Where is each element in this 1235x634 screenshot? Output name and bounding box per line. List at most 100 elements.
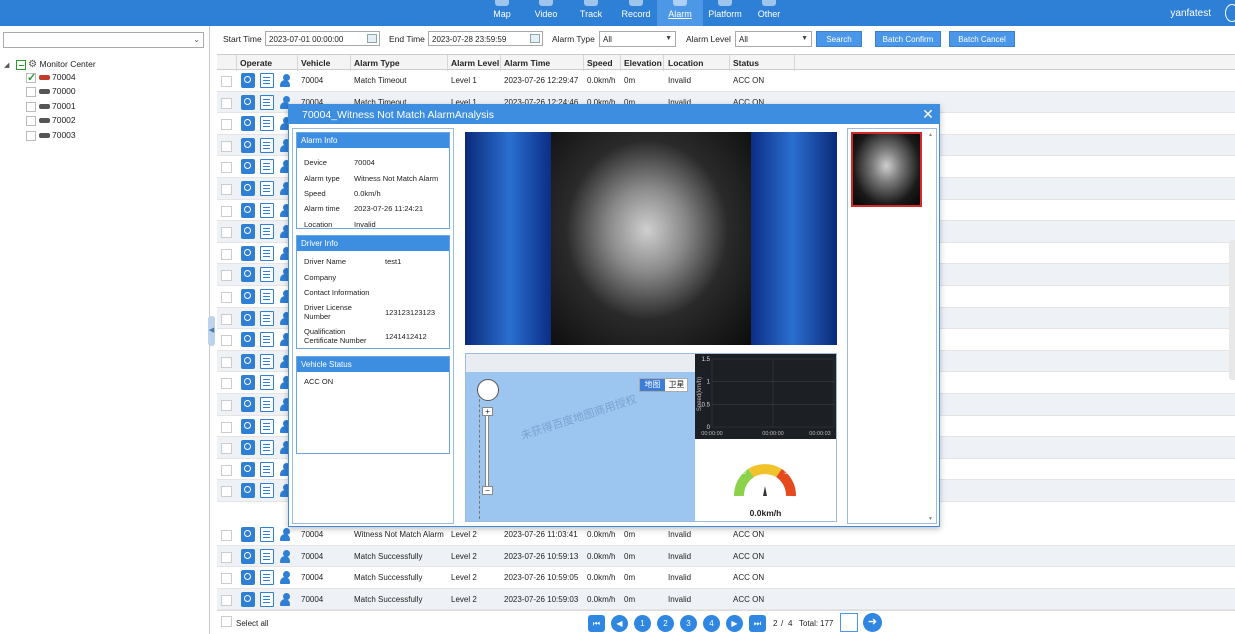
view-detail-icon[interactable] [241, 202, 255, 218]
nav-video[interactable]: Video [523, 0, 569, 26]
row-checkbox[interactable] [221, 162, 232, 174]
handle-record-icon[interactable] [260, 94, 274, 110]
view-detail-icon[interactable] [241, 418, 255, 434]
prev-page-icon[interactable]: ◀ [611, 615, 628, 632]
column-header-elevation[interactable]: Elevation [624, 58, 662, 68]
tree-node-checkbox[interactable] [26, 115, 36, 126]
column-header-location[interactable]: Location [668, 58, 703, 68]
handle-record-icon[interactable] [260, 310, 274, 326]
tree-node-checkbox[interactable] [26, 130, 36, 141]
map-zoom-slider[interactable] [485, 409, 489, 489]
column-header-alarm-time[interactable]: Alarm Time [504, 58, 550, 68]
row-checkbox[interactable] [221, 313, 232, 325]
driver-info-icon[interactable] [279, 570, 293, 585]
handle-record-icon[interactable] [260, 159, 274, 175]
view-detail-icon[interactable] [241, 375, 255, 391]
handle-record-icon[interactable] [260, 181, 274, 196]
row-checkbox[interactable] [221, 270, 232, 282]
page-button-4[interactable]: 4 [703, 615, 720, 632]
table-row[interactable]: 70004 Match Successfully Level 2 2023-07-26… [217, 545, 1235, 568]
tree-node-checkbox[interactable] [26, 86, 36, 97]
row-checkbox[interactable] [221, 119, 232, 131]
row-checkbox[interactable] [221, 292, 232, 303]
tree-node-checkbox[interactable] [26, 101, 36, 112]
tree-root[interactable]: ◢ ⚙ Monitor Center [4, 59, 96, 71]
view-detail-icon[interactable] [241, 159, 255, 175]
zoom-out-button[interactable]: − [482, 486, 493, 495]
page-button-1[interactable]: 1 [634, 615, 651, 632]
view-detail-icon[interactable] [241, 461, 255, 477]
username[interactable]: yanfatest [1170, 8, 1211, 19]
view-detail-icon[interactable] [241, 548, 255, 564]
row-checkbox[interactable] [221, 573, 232, 585]
nav-platform[interactable]: Platform [702, 0, 748, 26]
row-checkbox[interactable] [221, 486, 232, 498]
map-pan-control-icon[interactable] [477, 379, 499, 401]
tree-node-70002[interactable]: 70002 [26, 115, 76, 127]
next-page-icon[interactable]: ▶ [726, 615, 743, 632]
tree-node-checkbox[interactable] [26, 71, 36, 84]
view-detail-icon[interactable] [241, 570, 255, 586]
column-header-alarm-type[interactable]: Alarm Type [354, 58, 400, 68]
last-page-icon[interactable]: ⏭ [749, 615, 766, 632]
row-checkbox[interactable] [221, 378, 232, 390]
handle-record-icon[interactable] [260, 570, 274, 586]
right-edge-tab[interactable] [1229, 240, 1235, 380]
table-row[interactable]: 70004 Match Successfully Level 2 2023-07-26… [217, 567, 1235, 589]
handle-record-icon[interactable] [260, 137, 274, 153]
row-checkbox[interactable] [221, 205, 232, 217]
view-detail-icon[interactable] [241, 245, 255, 261]
collapse-arrow-icon[interactable]: ◢ [4, 62, 9, 69]
close-icon[interactable]: ✕ [921, 106, 935, 122]
nav-alarm[interactable]: Alarm [657, 0, 703, 26]
view-detail-icon[interactable] [241, 310, 255, 326]
handle-record-icon[interactable] [260, 224, 274, 240]
driver-info-icon[interactable] [279, 549, 293, 564]
view-detail-icon[interactable] [241, 527, 255, 542]
view-detail-icon[interactable] [241, 267, 255, 283]
view-detail-icon[interactable] [241, 440, 255, 456]
nav-track[interactable]: Track [568, 0, 614, 26]
captured-driver-photo[interactable] [465, 132, 837, 345]
row-checkbox[interactable] [221, 464, 232, 476]
user-power-icon[interactable] [1225, 4, 1235, 22]
handle-record-icon[interactable] [260, 375, 274, 391]
row-checkbox[interactable] [221, 97, 232, 109]
view-detail-icon[interactable] [241, 137, 255, 153]
table-row[interactable]: 70004 Witness Not Match Alarm Level 2 2023-… [217, 524, 1235, 546]
driver-info-icon[interactable] [279, 73, 293, 88]
view-detail-icon[interactable] [241, 181, 255, 196]
driver-info-icon[interactable] [279, 592, 293, 607]
page-button-2[interactable]: 2 [657, 615, 674, 632]
handle-record-icon[interactable] [260, 245, 274, 261]
goto-page-input[interactable] [840, 613, 858, 632]
start-time-input[interactable]: 2023-07-01 00:00:00 [265, 31, 380, 46]
row-checkbox[interactable] [221, 140, 232, 152]
handle-record-icon[interactable] [260, 548, 274, 564]
calendar-icon[interactable] [530, 34, 540, 43]
snapshot-thumbnail[interactable] [851, 132, 922, 207]
row-checkbox[interactable] [221, 184, 232, 195]
view-detail-icon[interactable] [241, 332, 255, 348]
batch-confirm-button[interactable]: Batch Confirm [875, 31, 941, 47]
row-checkbox[interactable] [221, 248, 232, 260]
handle-record-icon[interactable] [260, 332, 274, 348]
nav-record[interactable]: Record [613, 0, 659, 26]
zoom-in-button[interactable]: + [482, 407, 493, 416]
tree-node-70000[interactable]: 70000 [26, 86, 76, 98]
row-checkbox[interactable] [221, 400, 232, 411]
column-header-speed[interactable]: Speed [587, 58, 613, 68]
location-map[interactable]: + − 地图 卫星 未获得百度地图商用授权 [466, 354, 695, 521]
select-all-checkbox[interactable] [221, 616, 232, 627]
go-arrow-icon[interactable]: ➜ [863, 613, 882, 632]
satellite-view-button[interactable]: 卫星 [665, 379, 688, 391]
view-detail-icon[interactable] [241, 483, 255, 499]
row-checkbox[interactable] [221, 335, 232, 347]
alarm-level-select[interactable]: All ▼ [735, 31, 812, 47]
driver-info-icon[interactable] [279, 527, 293, 542]
column-header-vehicle[interactable]: Vehicle [301, 58, 330, 68]
handle-record-icon[interactable] [260, 289, 274, 304]
handle-record-icon[interactable] [260, 353, 274, 369]
row-checkbox[interactable] [221, 227, 232, 239]
row-checkbox[interactable] [221, 594, 232, 606]
